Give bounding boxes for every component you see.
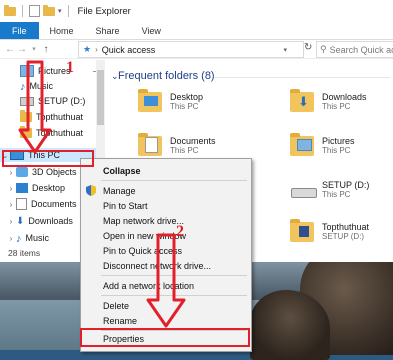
annotation-highlight-properties [80, 328, 250, 347]
annotation-step-1: 1 [66, 59, 74, 76]
annotation-step-2: 2 [176, 223, 184, 240]
annotation-overlay [18, 60, 186, 328]
annotation-highlight-this-pc [2, 150, 94, 167]
annotation-arrow-1 [18, 60, 52, 154]
annotation-arrow-2 [146, 233, 186, 328]
